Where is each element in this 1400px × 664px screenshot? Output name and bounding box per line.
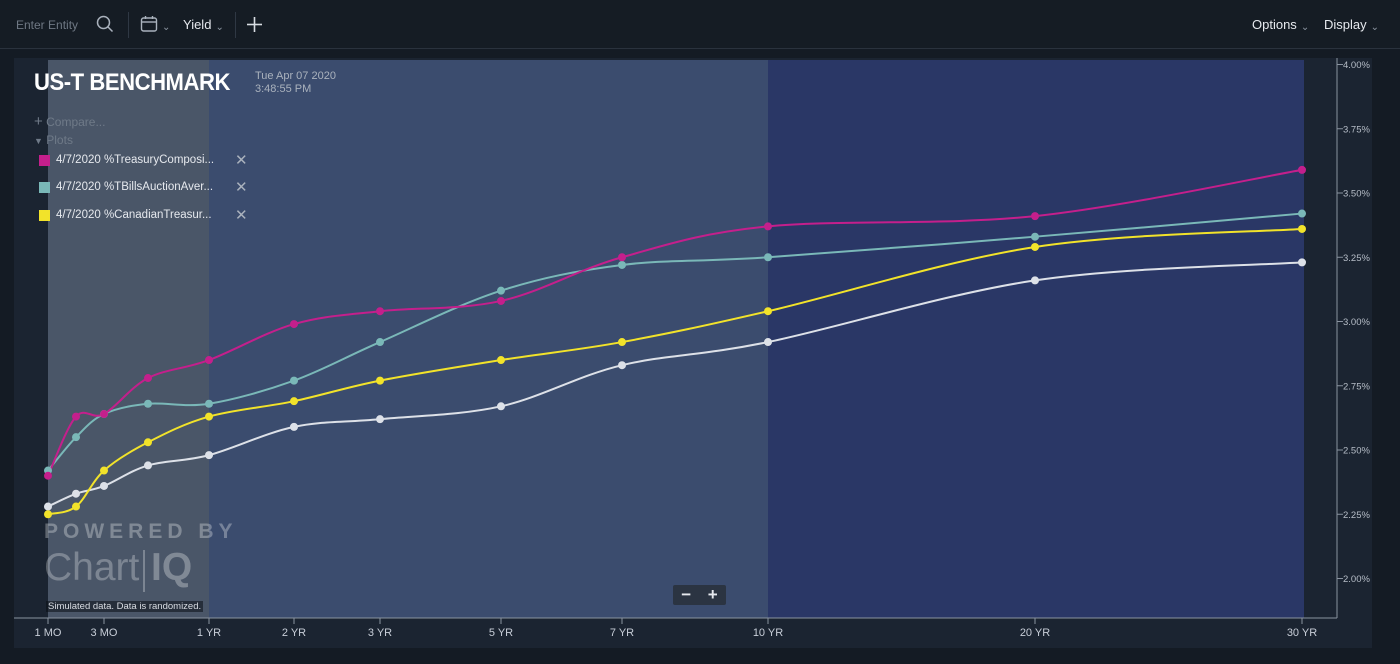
data-point[interactable] <box>376 307 384 316</box>
data-point[interactable] <box>290 397 298 406</box>
legend-item: 4/7/2020 %TreasuryComposi... ✕ <box>39 152 248 169</box>
data-point[interactable] <box>144 438 152 447</box>
data-point[interactable] <box>497 356 505 365</box>
watermark-powered-by: POWERED BY <box>44 520 238 543</box>
data-point[interactable] <box>72 489 80 498</box>
data-point[interactable] <box>618 260 626 269</box>
data-point[interactable] <box>1298 224 1306 233</box>
legend-item: 4/7/2020 %TBillsAuctionAver... ✕ <box>39 179 248 196</box>
x-tick-label: 2 YR <box>282 627 306 639</box>
compare-label: Compare... <box>46 115 106 129</box>
x-tick-label: 7 YR <box>610 627 634 639</box>
data-point[interactable] <box>72 412 80 421</box>
y-tick-label: 2.00% <box>1343 574 1370 585</box>
data-point[interactable] <box>290 376 298 385</box>
data-point[interactable] <box>1031 232 1039 241</box>
x-tick-label: 3 MO <box>91 627 118 639</box>
data-point[interactable] <box>100 410 108 419</box>
data-point[interactable] <box>764 253 772 262</box>
data-point[interactable] <box>72 502 80 511</box>
data-point[interactable] <box>1298 209 1306 218</box>
zoom-out-button[interactable]: − <box>681 586 691 604</box>
data-point[interactable] <box>497 402 505 411</box>
data-point[interactable] <box>1298 258 1306 267</box>
band-medium-term <box>209 60 768 618</box>
watermark-brand-suffix: IQ <box>151 546 193 589</box>
x-tick-label: 30 YR <box>1287 627 1317 639</box>
legend-swatch[interactable] <box>39 154 50 166</box>
legend-item: 4/7/2020 %CanadianTreasur... ✕ <box>39 207 248 224</box>
data-point[interactable] <box>205 451 213 460</box>
yield-curve-chart[interactable]: 2.00% 2.25% 2.50% 2.75% 3.00% 3.25% 3.50% 3.75%… <box>0 0 1400 664</box>
close-icon[interactable]: ✕ <box>235 151 248 169</box>
y-tick-label: 3.75% <box>1343 124 1370 135</box>
legend-swatch[interactable] <box>39 209 50 221</box>
data-point[interactable] <box>205 399 213 408</box>
data-point[interactable] <box>144 399 152 408</box>
chart-time: 3:48:55 PM <box>255 83 312 95</box>
legend-label: 4/7/2020 %TreasuryComposi... <box>56 154 215 166</box>
data-point[interactable] <box>497 286 505 295</box>
data-point[interactable] <box>44 510 52 519</box>
chart-timestamp: Tue Apr 07 2020 3:48:55 PM <box>255 70 336 96</box>
data-point[interactable] <box>100 481 108 490</box>
legend-label: 4/7/2020 %CanadianTreasur... <box>56 209 212 221</box>
data-point[interactable] <box>1031 242 1039 251</box>
disclaimer: Simulated data. Data is randomized. <box>46 601 204 612</box>
watermark-brand: Chart <box>44 546 140 589</box>
x-tick-label: 3 YR <box>368 627 392 639</box>
plus-icon: + <box>34 113 43 130</box>
x-tick-label: 1 YR <box>197 627 221 639</box>
data-point[interactable] <box>1031 276 1039 285</box>
x-tick-label: 1 MO <box>35 627 62 639</box>
close-icon[interactable]: ✕ <box>235 206 248 224</box>
x-tick-label: 5 YR <box>489 627 513 639</box>
y-tick-label: 3.25% <box>1343 253 1370 264</box>
y-tick-label: 3.50% <box>1343 189 1370 200</box>
triangle-down-icon: ▼ <box>34 136 43 146</box>
zoom-control: − + <box>673 585 726 605</box>
legend-label: 4/7/2020 %TBillsAuctionAver... <box>56 181 214 193</box>
data-point[interactable] <box>290 422 298 431</box>
y-tick-label: 2.75% <box>1343 381 1370 392</box>
data-point[interactable] <box>497 296 505 305</box>
data-point[interactable] <box>44 471 52 480</box>
data-point[interactable] <box>205 356 213 365</box>
y-tick-label: 3.00% <box>1343 317 1370 328</box>
close-icon[interactable]: ✕ <box>235 178 248 196</box>
zoom-in-button[interactable]: + <box>708 586 718 604</box>
x-tick-label: 20 YR <box>1020 627 1050 639</box>
legend-swatch[interactable] <box>39 181 50 193</box>
chart-title: US-T BENCHMARK <box>34 69 230 96</box>
data-point[interactable] <box>764 338 772 347</box>
x-tick-label: 10 YR <box>753 627 783 639</box>
data-point[interactable] <box>618 338 626 347</box>
data-point[interactable] <box>44 502 52 511</box>
data-point[interactable] <box>1031 212 1039 221</box>
data-point[interactable] <box>1298 165 1306 174</box>
watermark-divider <box>143 550 145 592</box>
data-point[interactable] <box>205 412 213 421</box>
plots-label: Plots <box>46 133 73 147</box>
y-tick-label: 2.25% <box>1343 510 1370 521</box>
data-point[interactable] <box>764 307 772 316</box>
data-point[interactable] <box>764 222 772 231</box>
y-tick-label: 4.00% <box>1343 60 1370 71</box>
y-tick-label: 2.50% <box>1343 446 1370 457</box>
data-point[interactable] <box>100 466 108 475</box>
data-point[interactable] <box>376 376 384 385</box>
data-point[interactable] <box>144 374 152 383</box>
data-point[interactable] <box>144 461 152 470</box>
data-point[interactable] <box>290 320 298 329</box>
data-point[interactable] <box>618 253 626 262</box>
data-point[interactable] <box>618 361 626 370</box>
chart-date: Tue Apr 07 2020 <box>255 70 336 82</box>
band-long-term <box>768 60 1304 618</box>
data-point[interactable] <box>376 415 384 424</box>
data-point[interactable] <box>376 338 384 347</box>
compare-button[interactable]: + Compare... <box>34 113 105 130</box>
plots-toggle[interactable]: ▼ Plots <box>34 133 73 147</box>
data-point[interactable] <box>72 433 80 442</box>
